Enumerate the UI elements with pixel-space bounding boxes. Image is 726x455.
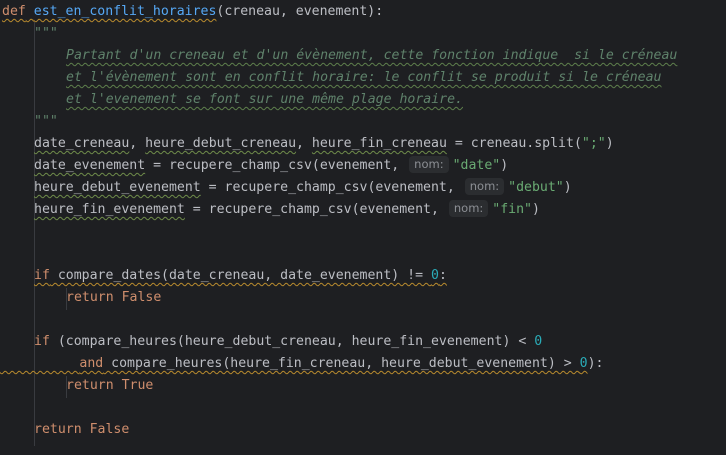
docstring-line: Partant d'un creneau et d'un évènement, … (66, 48, 678, 63)
function-name: est_en_conflit_horaires (33, 4, 217, 19)
code-line-16[interactable]: return False (34, 419, 129, 441)
docstring-line: et l'evenement se font sur une même plag… (66, 92, 463, 107)
code-line-11[interactable]: if compare_dates(date_creneau, date_even… (34, 265, 447, 287)
code-line-9[interactable]: heure_debut_evenement = recupere_champ_c… (34, 177, 572, 199)
code-line-8[interactable]: date_evenement = recupere_champ_csv(even… (34, 155, 508, 177)
parameter-hint: nom: (448, 200, 489, 217)
docstring-open: """ (34, 26, 58, 41)
docstring-line: et l'évènement sont en conflit horaire: … (66, 70, 662, 85)
code-line-13[interactable]: if (compare_heures(heure_debut_creneau, … (34, 331, 542, 353)
code-line-10[interactable]: heure_fin_evenement = recupere_champ_csv… (34, 199, 540, 221)
indent-guide (34, 22, 35, 446)
code-line-14[interactable]: and compare_heures(heure_fin_creneau, he… (0, 353, 603, 375)
code-line-1[interactable]: def est_en_conflit_horaires(creneau, eve… (2, 1, 383, 23)
docstring-close: """ (34, 114, 58, 129)
code-line-7[interactable]: date_creneau, heure_debut_creneau, heure… (34, 133, 614, 155)
code-line-15[interactable]: return True (66, 375, 153, 397)
code-line-12[interactable]: return False (66, 287, 161, 309)
code-editor[interactable]: def est_en_conflit_horaires(creneau, eve… (0, 0, 726, 455)
parameter-hint: nom: (409, 156, 449, 173)
parameter-hint: nom: (464, 178, 505, 195)
